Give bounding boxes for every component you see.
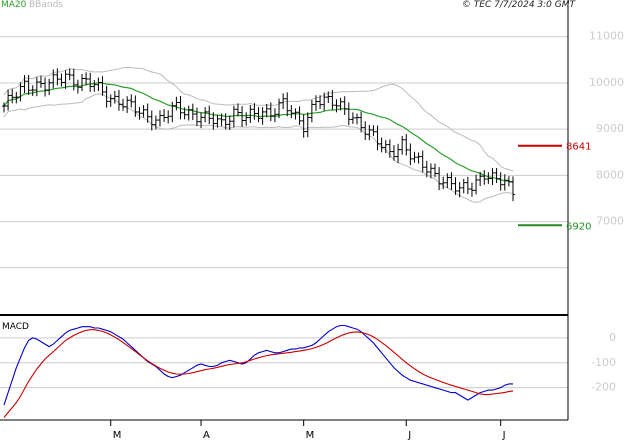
x-tick-label: M: [113, 430, 122, 440]
macd-tick-label: -100: [591, 356, 616, 369]
macd-panel-title: MACD: [2, 322, 29, 332]
x-tick-label: J: [407, 430, 411, 440]
signal-line: [3, 329, 514, 418]
ma20-line: [3, 82, 514, 183]
x-tick-label: A: [203, 430, 210, 440]
macd-tick-label: 0: [609, 331, 616, 344]
price-tick-label: 9000: [596, 122, 624, 135]
price-tick-label: 7000: [596, 215, 624, 228]
price-tick-label: 11000: [589, 30, 624, 43]
copyright-label: © TEC 7/7/2024 3:0 GMT: [461, 0, 575, 10]
bbands-legend: BBands: [29, 0, 63, 10]
price-tick-label: 10000: [589, 76, 624, 89]
resistance-level-label: 8641: [566, 142, 591, 153]
x-tick-label: J: [502, 430, 506, 440]
price-tick-label: 8000: [596, 168, 624, 181]
x-tick-label: M: [306, 430, 315, 440]
support-level-label: 6920: [566, 221, 591, 232]
chart-canvas: 11000 10000 9000 8000 7000 0 -100 -200 M A M J J 8641…: [0, 0, 624, 440]
ma20-legend: MA20: [1, 0, 27, 10]
macd-tick-label: -200: [591, 381, 616, 394]
